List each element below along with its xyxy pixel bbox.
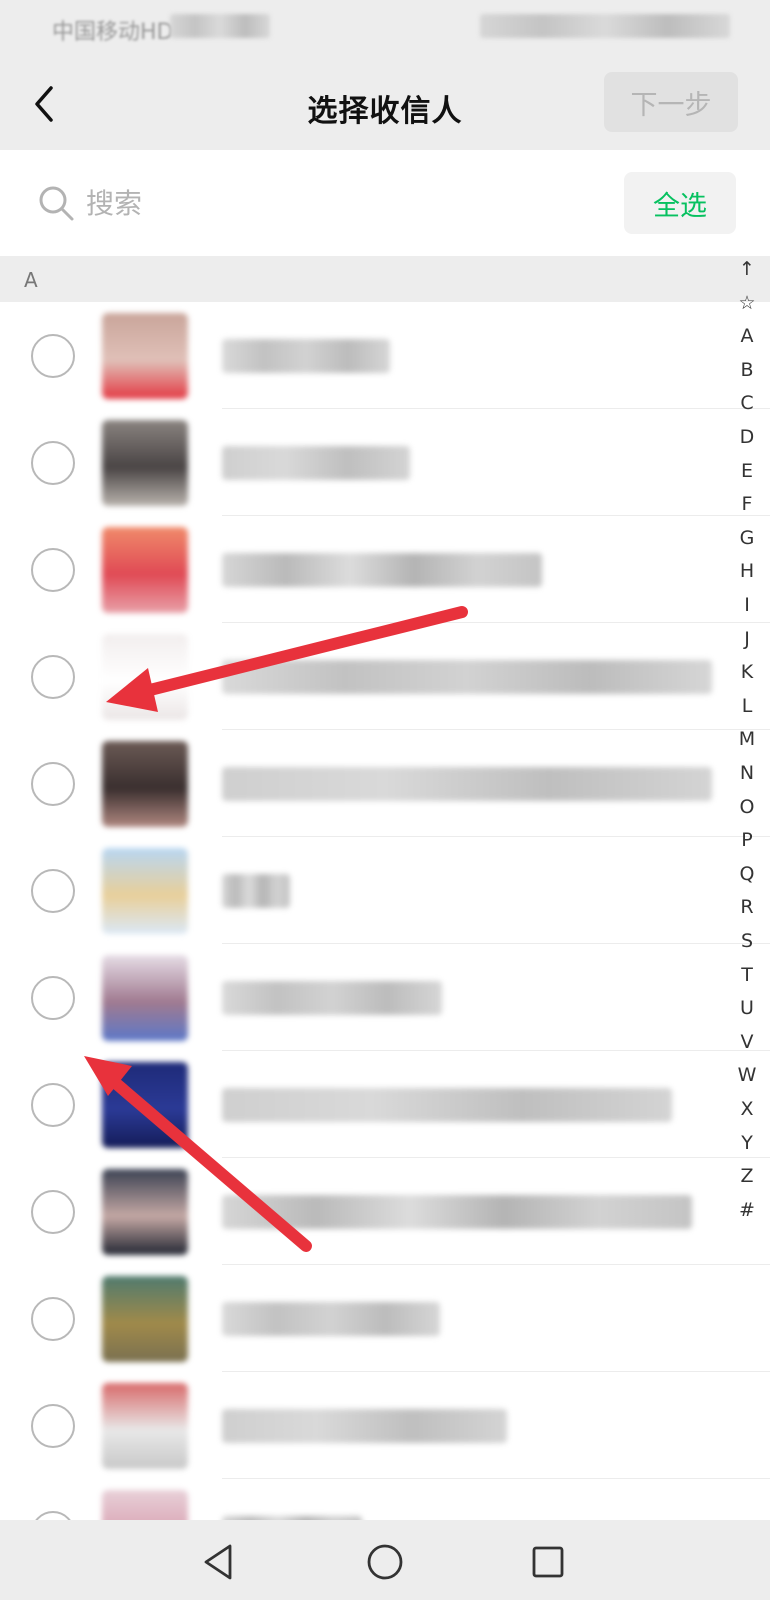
select-radio[interactable] [31, 761, 75, 806]
avatar [102, 526, 188, 613]
carrier-label: 中国移动HD [52, 20, 174, 45]
select-radio[interactable] [31, 868, 75, 913]
contact-name-obscured [222, 552, 542, 587]
contact-name-obscured [222, 1301, 440, 1336]
index-letter[interactable]: F [727, 493, 767, 515]
index-letter[interactable]: L [727, 695, 767, 717]
avatar [102, 419, 188, 506]
index-letter[interactable]: I [727, 594, 767, 616]
triangle-back-icon [204, 1544, 232, 1580]
select-radio[interactable] [31, 975, 75, 1020]
contact-row[interactable] [0, 302, 770, 409]
contact-name-obscured [222, 980, 442, 1015]
nav-recents-button[interactable] [524, 1538, 572, 1586]
avatar [102, 1382, 188, 1469]
section-header-a: A [0, 256, 770, 302]
index-letter[interactable]: V [727, 1031, 767, 1053]
contact-row[interactable] [0, 1265, 770, 1372]
contact-name-obscured [222, 873, 290, 908]
select-radio[interactable] [31, 1189, 75, 1234]
search-input[interactable] [86, 186, 486, 220]
avatar [102, 740, 188, 827]
index-letter[interactable]: # [727, 1199, 767, 1221]
contact-name-obscured [222, 1408, 507, 1443]
search-area: 全选 [0, 150, 770, 256]
contact-name-obscured [222, 445, 410, 480]
index-letter[interactable]: Z [727, 1165, 767, 1187]
avatar [102, 1275, 188, 1362]
select-radio[interactable] [31, 333, 75, 378]
index-letter[interactable]: B [727, 359, 767, 381]
search-icon [39, 186, 74, 221]
select-radio[interactable] [31, 1510, 75, 1520]
index-letter[interactable]: A [727, 325, 767, 347]
index-letter[interactable]: W [727, 1064, 767, 1086]
contact-row[interactable] [0, 409, 770, 516]
avatar [102, 847, 188, 934]
avatar [102, 1168, 188, 1255]
status-bar: 中国移动HD [0, 0, 770, 58]
index-letter[interactable]: E [727, 460, 767, 482]
index-letter[interactable]: C [727, 392, 767, 414]
nav-home-button[interactable] [361, 1538, 409, 1586]
contact-name-obscured [222, 1194, 692, 1229]
contact-row[interactable] [0, 516, 770, 623]
index-letter[interactable]: R [727, 896, 767, 918]
search-box[interactable] [22, 172, 602, 234]
select-radio[interactable] [31, 654, 75, 699]
index-letter[interactable]: ↑ [727, 258, 767, 280]
index-letter[interactable]: O [727, 796, 767, 818]
contact-row[interactable] [0, 1158, 770, 1265]
circle-home-icon [367, 1544, 403, 1580]
index-letter[interactable]: T [727, 964, 767, 986]
next-step-button[interactable]: 下一步 [604, 72, 738, 132]
index-letter[interactable]: S [727, 930, 767, 952]
nav-back-button[interactable] [196, 1538, 244, 1586]
avatar [102, 312, 188, 399]
index-letter[interactable]: X [727, 1098, 767, 1120]
index-letter[interactable]: Y [727, 1132, 767, 1154]
index-letter[interactable]: U [727, 997, 767, 1019]
select-radio[interactable] [31, 440, 75, 485]
select-radio[interactable] [31, 1082, 75, 1127]
alphabet-index-bar[interactable]: ↑ ☆ A B C D E F G H I J K L M N O P Q R S T U V W X Y Z # [727, 258, 767, 1238]
index-letter[interactable]: J [727, 628, 767, 650]
avatar [102, 954, 188, 1041]
select-radio[interactable] [31, 1296, 75, 1341]
contact-row[interactable] [0, 730, 770, 837]
select-radio[interactable] [31, 547, 75, 592]
avatar [102, 633, 188, 720]
index-letter[interactable]: N [727, 762, 767, 784]
contact-row[interactable] [0, 1051, 770, 1158]
index-letter[interactable]: D [727, 426, 767, 448]
system-nav-bar [0, 1520, 770, 1600]
status-blur-left [170, 14, 270, 38]
index-letter[interactable]: M [727, 728, 767, 750]
contact-row[interactable] [0, 1372, 770, 1479]
avatar [102, 1061, 188, 1148]
contact-name-obscured [222, 766, 712, 801]
index-letter[interactable]: H [727, 560, 767, 582]
header: 选择收信人 下一步 [0, 58, 770, 150]
section-letter: A [24, 268, 38, 292]
square-recents-icon [532, 1546, 564, 1578]
status-icons-blur [480, 14, 730, 38]
index-letter[interactable]: ☆ [727, 292, 767, 314]
index-letter[interactable]: K [727, 661, 767, 683]
contact-name-obscured [222, 1087, 672, 1122]
index-letter[interactable]: G [727, 527, 767, 549]
index-letter[interactable]: Q [727, 863, 767, 885]
select-all-button[interactable]: 全选 [624, 172, 736, 234]
index-letter[interactable]: P [727, 829, 767, 851]
contact-name-obscured [222, 659, 712, 694]
contact-row[interactable] [0, 837, 770, 944]
avatar [102, 1489, 188, 1520]
contact-row[interactable] [0, 1479, 770, 1520]
contact-row[interactable] [0, 944, 770, 1051]
contact-list[interactable] [0, 302, 770, 1520]
select-radio[interactable] [31, 1403, 75, 1448]
contact-name-obscured [222, 338, 390, 373]
contact-row[interactable] [0, 623, 770, 730]
